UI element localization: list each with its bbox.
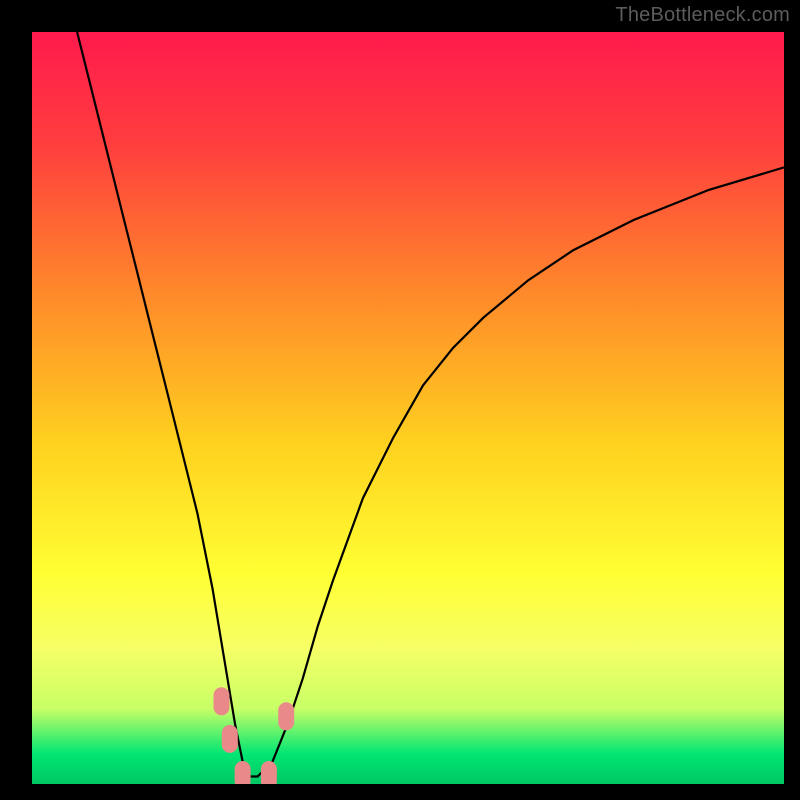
bottom-marker-1 — [235, 761, 251, 784]
left-marker-1 — [214, 687, 230, 715]
bottleneck-chart — [32, 32, 784, 784]
chart-frame — [32, 32, 784, 784]
bottom-marker-2 — [261, 761, 277, 784]
left-marker-2 — [222, 725, 238, 753]
right-marker-1 — [278, 702, 294, 730]
chart-background — [32, 32, 784, 784]
watermark-text: TheBottleneck.com — [615, 4, 790, 27]
